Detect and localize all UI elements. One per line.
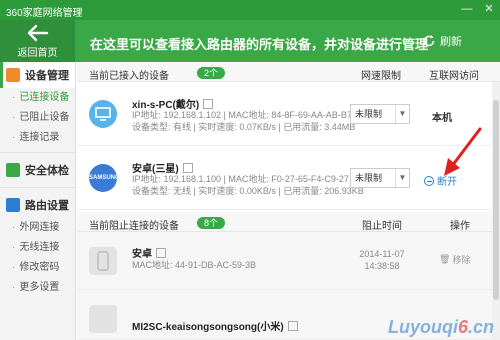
close-button[interactable]: ✕ [482,2,496,16]
connected-count-badge: 2个 [197,67,226,79]
sidebar-section-label: 路由设置 [25,200,69,212]
internet-access-status: 本机 [432,113,452,124]
phone-avatar-icon [89,305,117,333]
blocked-device-row: 安卓 MAC地址: 44-91-DB-AC-59-3B 2014-11-07 1… [77,232,500,290]
device-ip-mac: IP地址: 192.168.1.100 | MAC地址: F0-27-65-F4… [132,174,349,184]
edit-icon[interactable] [182,162,193,173]
sidebar-item-wireless[interactable]: 无线连接 [0,238,75,258]
edit-icon[interactable] [203,98,214,109]
block-time-column-header: 阻止时间 [362,221,402,232]
minimize-button[interactable]: — [460,2,474,16]
speed-limit-column-header: 网速限制 [361,71,401,82]
sidebar-section-label: 安全体检 [25,165,69,177]
remove-label: 移除 [452,255,471,265]
chevron-down-icon: ▼ [395,169,409,187]
edit-icon[interactable] [156,247,166,258]
block-time: 2014-11-07 14:38:58 [352,248,412,272]
scrollbar-thumb[interactable] [493,100,499,300]
back-arrow-icon [27,24,48,42]
header-banner: 返回首页 在这里可以查看接入路由器的所有设备，并对设备进行管理 刷新 [0,20,500,62]
back-home-label: 返回首页 [17,48,58,59]
back-home-button[interactable]: 返回首页 [0,20,75,62]
sidebar: 设备管理 已连接设备 已阻止设备 连接记录 安全体检 路由设置 外网连接 无线连… [0,62,76,340]
shield-icon [6,163,20,177]
device-icon [6,68,20,82]
refresh-button[interactable]: 刷新 [422,33,462,49]
device-name: MI2SC-keaisongsongsong(小米) [132,318,298,333]
speed-limit-value: 未限制 [355,173,383,183]
edit-icon[interactable] [287,320,298,331]
device-type-traffic: 设备类型: 无线 | 实时速度: 0.00KB/s | 已用流量: 206.93… [132,186,364,196]
device-mac: MAC地址: 44-91-DB-AC-59-3B [132,260,257,270]
window-title: 360家庭网络管理 [6,8,83,19]
scrollbar[interactable] [492,82,500,340]
gear-icon [6,198,20,212]
device-info: IP地址: 192.168.1.102 | MAC地址: 84-8F-69-AA… [132,109,355,133]
pc-avatar-icon [89,100,117,128]
speed-limit-value: 未限制 [355,109,383,119]
device-name: 安卓 [132,245,166,260]
block-date: 2014-11-07 [359,249,405,259]
speed-limit-select[interactable]: 未限制 ▼ [350,168,410,188]
device-type-traffic: 设备类型: 有线 | 实时速度: 0.07KB/s | 已用流量: 3.44MB [132,122,356,132]
device-name-text: 安卓 [132,249,152,260]
sidebar-item-more-settings[interactable]: 更多设置 [0,278,75,298]
sidebar-section-label: 设备管理 [25,70,69,82]
internet-access-column-header: 互联网访问 [429,71,479,82]
device-info: MAC地址: 44-91-DB-AC-59-3B [132,259,256,271]
device-ip-mac: IP地址: 192.168.1.102 | MAC地址: 84-8F-69-AA… [132,110,352,120]
refresh-icon [423,35,435,47]
blocked-count-badge: 8个 [197,217,226,229]
action-column-header: 操作 [450,221,470,232]
refresh-label: 刷新 [440,36,462,48]
sidebar-section-router-settings[interactable]: 路由设置 [0,192,75,218]
title-bar: 360家庭网络管理 — ✕ [0,0,500,20]
sidebar-divider [0,187,75,188]
chevron-down-icon: ▼ [395,105,409,123]
phone-avatar-icon [89,247,117,275]
sidebar-item-connection-log[interactable]: 连接记录 [0,128,75,148]
remove-button[interactable]: 🗑 移除 [439,253,470,266]
sidebar-item-password[interactable]: 修改密码 [0,258,75,278]
sidebar-section-device-management[interactable]: 设备管理 [0,62,75,88]
device-name-text: MI2SC-keaisongsongsong(小米) [132,322,284,333]
connected-section-header: 当前已接入的设备 2个 网速限制 互联网访问 [77,62,500,82]
blocked-section-header: 当前阻止连接的设备 8个 阻止时间 操作 [77,212,500,232]
sidebar-section-security-check[interactable]: 安全体检 [0,157,75,183]
connected-heading: 当前已接入的设备 [89,71,169,82]
block-clock: 14:38:58 [364,261,400,271]
samsung-avatar-icon: SAMSUNG [89,164,120,192]
red-arrow-annotation [444,127,482,176]
main-panel: 当前已接入的设备 2个 网速限制 互联网访问 xin-s-PC(戴尔) IP地址… [77,62,500,340]
trash-icon: 🗑 [439,254,451,264]
speed-limit-select[interactable]: 未限制 ▼ [350,104,410,124]
device-info: IP地址: 192.168.1.100 | MAC地址: F0-27-65-F4… [132,173,364,197]
sidebar-item-connected-devices[interactable]: 已连接设备 [0,88,75,108]
blocked-heading: 当前阻止连接的设备 [89,221,179,232]
header-message: 在这里可以查看接入路由器的所有设备，并对设备进行管理 [90,37,429,52]
watermark: Luyouqi6.cn [387,317,494,337]
sidebar-item-blocked-devices[interactable]: 已阻止设备 [0,108,75,128]
sidebar-item-wan[interactable]: 外网连接 [0,218,75,238]
sidebar-divider [0,152,75,153]
